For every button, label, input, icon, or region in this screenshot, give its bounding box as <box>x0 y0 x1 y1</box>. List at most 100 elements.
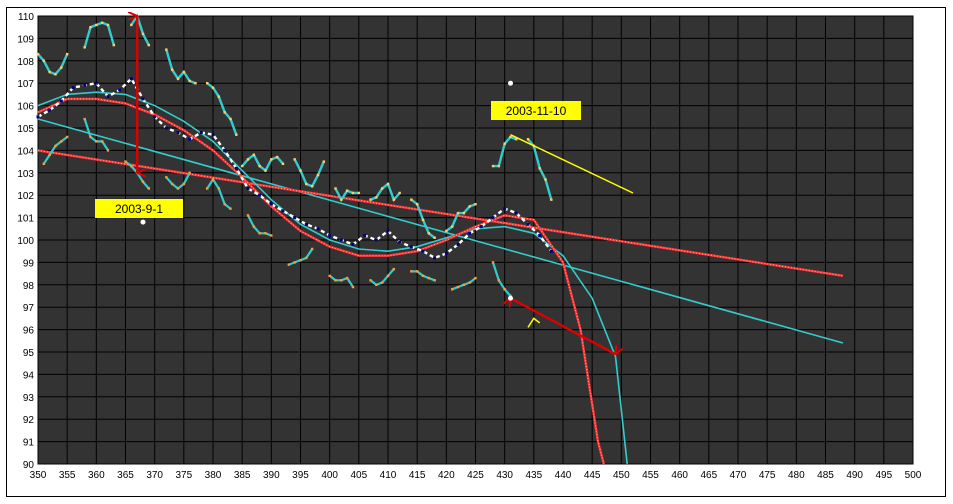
y-tick-label: 100 <box>17 236 34 247</box>
y-tick-label: 108 <box>17 57 34 68</box>
y-tick-label: 110 <box>18 12 34 23</box>
series-point <box>474 202 477 206</box>
series-point <box>450 288 454 291</box>
x-tick-label: 410 <box>380 470 397 481</box>
y-tick-label: 101 <box>17 214 34 225</box>
series-point <box>106 149 110 152</box>
series-point <box>328 274 331 278</box>
series-point-dark <box>421 249 425 253</box>
x-tick-label: 460 <box>671 470 688 481</box>
series-point <box>375 196 378 199</box>
series-point-dark <box>386 229 390 233</box>
x-tick-label: 390 <box>263 470 280 481</box>
series-point <box>112 43 116 47</box>
series-point <box>235 133 238 136</box>
x-tick-label: 480 <box>788 470 805 481</box>
series-point <box>462 211 466 215</box>
series-point <box>42 59 46 62</box>
series-point-dark <box>48 108 52 112</box>
y-tick-label: 106 <box>17 102 34 113</box>
series-point <box>415 202 419 206</box>
annotation-text: 2003-11-10 <box>506 104 567 118</box>
x-tick-label: 375 <box>175 470 192 481</box>
x-tick-label: 450 <box>613 470 630 481</box>
series-point <box>357 191 361 195</box>
series-point <box>42 162 46 166</box>
series-point <box>456 211 460 215</box>
series-point <box>246 158 250 161</box>
series-point <box>491 261 495 264</box>
marker-point <box>508 295 513 301</box>
chart: 350 355 360 365 370 375 380 385 390 395 400 405 410 4… <box>17 12 922 481</box>
x-tick-label: 495 <box>875 470 892 481</box>
series-point-dark <box>351 242 355 246</box>
series-point <box>310 247 314 251</box>
series-point <box>100 21 104 24</box>
x-tick-label: 360 <box>88 470 105 481</box>
series-point <box>240 164 244 168</box>
series-point <box>293 261 296 264</box>
series-point <box>165 48 168 51</box>
series-point-dark <box>176 130 180 134</box>
x-tick-label: 500 <box>905 470 922 481</box>
series-point <box>211 178 215 181</box>
series-point <box>217 187 221 190</box>
x-tick-label: 470 <box>730 470 747 481</box>
x-tick-label: 420 <box>438 470 455 481</box>
x-tick-label: 415 <box>409 470 426 481</box>
series-point <box>89 135 92 139</box>
series-point <box>345 189 349 192</box>
series-point <box>223 202 226 206</box>
series-point-dark <box>479 225 483 229</box>
series-point <box>433 236 436 239</box>
series-point <box>36 52 40 56</box>
series-point <box>427 232 431 235</box>
series-point-dark <box>549 249 553 253</box>
series-point-dark <box>281 209 285 213</box>
series-point <box>299 258 302 262</box>
series-point <box>322 160 326 163</box>
series-point <box>264 169 267 172</box>
x-tick-label: 485 <box>817 470 834 481</box>
y-tick-label: 103 <box>17 169 34 180</box>
series-point <box>456 285 460 289</box>
series-point <box>497 164 501 168</box>
x-tick-label: 350 <box>30 470 47 481</box>
annotation-text: 2003-9-1 <box>115 202 163 216</box>
x-tick-label: 380 <box>205 470 222 481</box>
series-point-dark <box>188 137 192 141</box>
series-point <box>293 158 296 161</box>
series-point <box>316 173 320 177</box>
series-point <box>147 43 151 47</box>
series-point <box>48 70 51 74</box>
series-point-dark <box>83 83 87 87</box>
series-point-dark <box>328 234 332 238</box>
series-point <box>468 205 471 208</box>
series-point <box>194 82 197 85</box>
series-point <box>246 214 250 217</box>
series-point <box>100 140 104 143</box>
series-point-dark <box>374 238 378 242</box>
y-tick-label: 93 <box>23 393 35 404</box>
series-point-dark <box>71 86 75 90</box>
series-point-dark <box>514 211 518 215</box>
y-tick-label: 105 <box>17 124 34 135</box>
series-point <box>380 187 384 190</box>
series-point <box>95 140 98 143</box>
series-point <box>188 171 191 174</box>
series-point <box>334 187 337 190</box>
series-point <box>170 68 174 71</box>
series-point <box>310 185 314 188</box>
series-point <box>60 66 63 69</box>
y-tick-label: 94 <box>23 370 35 381</box>
series-point <box>450 225 454 228</box>
x-tick-label: 435 <box>525 470 542 481</box>
series-point-dark <box>293 216 297 220</box>
y-tick-label: 95 <box>23 348 35 359</box>
x-tick-label: 455 <box>642 470 659 481</box>
x-tick-label: 405 <box>350 470 367 481</box>
x-tick-label: 475 <box>759 470 776 481</box>
series-point <box>369 198 372 201</box>
y-tick-label: 99 <box>23 258 35 269</box>
x-tick-label: 445 <box>584 470 601 481</box>
